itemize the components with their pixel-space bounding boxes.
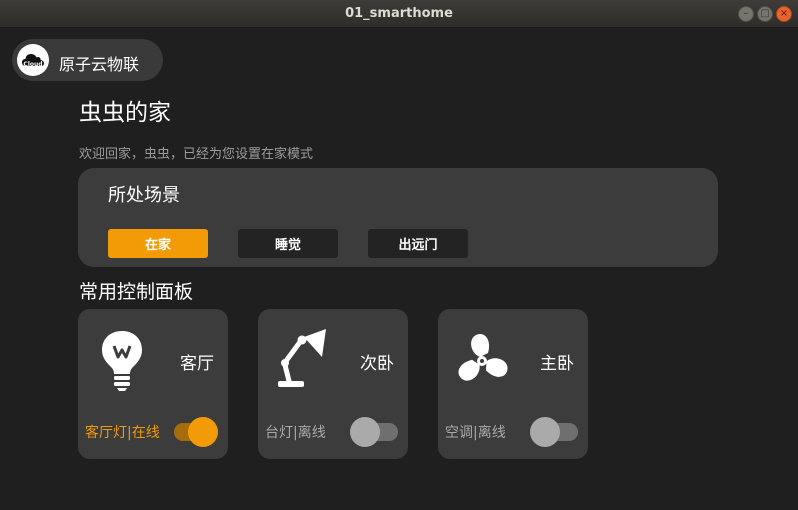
close-button[interactable]: × [776,6,792,22]
device-status-label: 空调|离线 [445,425,506,441]
scene-button-away[interactable]: 出远门 [368,229,468,258]
window-title: 01_smarthome [345,6,453,21]
cloud-logo-icon: Cloud [17,44,49,76]
scene-button-sleep[interactable]: 睡觉 [238,229,338,258]
device-toggle-second-bedroom[interactable] [350,417,398,447]
maximize-button[interactable]: □ [757,6,773,22]
window-controls: – □ × [738,6,792,22]
brand-pill: Cloud 原子云物联 [12,39,163,81]
device-status-label: 台灯|离线 [265,425,326,441]
brand-name: 原子云物联 [59,55,140,74]
control-panel-title: 常用控制面板 [79,281,194,303]
toggle-knob [530,417,560,447]
toggle-knob [188,417,218,447]
device-room-label: 主卧 [540,354,574,374]
scene-button-home[interactable]: 在家 [108,229,208,258]
device-toggle-living-room[interactable] [174,417,218,447]
device-card-master-bedroom: 主卧 空调|离线 [438,309,588,459]
minimize-button[interactable]: – [738,6,754,22]
desk-lamp-icon [278,329,326,387]
lightbulb-icon [102,331,142,391]
device-room-label: 客厅 [180,354,214,374]
welcome-message: 欢迎回家，虫虫，已经为您设置在家模式 [79,147,314,162]
device-room-label: 次卧 [360,354,394,374]
page-title: 虫虫的家 [79,100,171,126]
scene-panel: 所处场景 在家 睡觉 出远门 [78,168,718,267]
window-titlebar: 01_smarthome – □ × [0,0,798,28]
device-status-label: 客厅灯|在线 [85,425,160,441]
toggle-knob [350,417,380,447]
device-toggle-master-bedroom[interactable] [530,417,578,447]
device-card-second-bedroom: 次卧 台灯|离线 [258,309,408,459]
logo-text: Cloud [23,61,43,68]
scene-title: 所处场景 [108,185,180,206]
device-card-living-room: 客厅 客厅灯|在线 [78,309,228,459]
fan-icon [458,333,508,381]
